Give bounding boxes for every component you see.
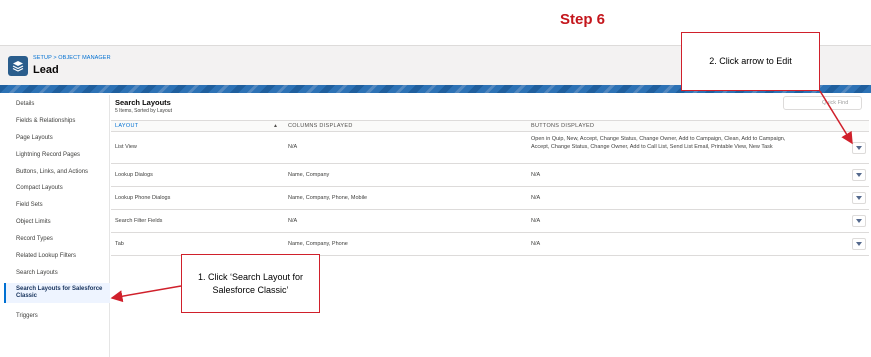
object-name: Lead	[33, 64, 59, 76]
sidebar-item-search-layouts[interactable]: Search Layouts	[4, 270, 110, 277]
row-buttons: N/A	[531, 172, 541, 178]
sidebar-item-object-limits[interactable]: Object Limits	[4, 219, 110, 226]
row-layout: Tab	[115, 241, 124, 247]
sidebar-item-compact-layouts[interactable]: Compact Layouts	[4, 185, 110, 192]
sidebar-item-record-types[interactable]: Record Types	[4, 236, 110, 243]
table-row: Tab Name, Company, Phone N/A	[111, 233, 869, 256]
table-header: LAYOUT ▲ COLUMNS DISPLAYED BUTTONS DISPL…	[111, 120, 869, 132]
row-buttons: N/A	[531, 218, 541, 224]
sidebar: Details Fields & Relationships Page Layo…	[4, 95, 110, 357]
callout-step-2: 2. Click arrow to Edit	[681, 32, 820, 91]
table-row: List View N/A Open in Quip, New, Accept,…	[111, 132, 869, 164]
row-columns: N/A	[288, 144, 298, 150]
table-row: Search Filter Fields N/A N/A	[111, 210, 869, 233]
row-actions-dropdown[interactable]	[852, 142, 866, 154]
sidebar-item-buttons-links-actions[interactable]: Buttons, Links, and Actions	[4, 169, 110, 176]
sidebar-item-search-layouts-classic[interactable]: Search Layouts for Salesforce Classic	[4, 283, 110, 303]
row-actions-dropdown[interactable]	[852, 238, 866, 250]
sidebar-item-page-layouts[interactable]: Page Layouts	[4, 135, 110, 142]
chevron-down-icon	[856, 173, 862, 177]
sidebar-item-triggers[interactable]: Triggers	[4, 313, 110, 320]
column-header-columns-displayed: COLUMNS DISPLAYED	[288, 123, 353, 129]
chevron-down-icon	[856, 219, 862, 223]
row-columns: Name, Company, Phone, Mobile	[288, 195, 368, 201]
quick-find-input[interactable]: Quick Find	[783, 96, 862, 110]
row-columns: Name, Company	[288, 172, 330, 178]
sidebar-item-field-sets[interactable]: Field Sets	[4, 202, 110, 209]
chevron-down-icon	[856, 146, 862, 150]
sidebar-item-lightning-record-pages[interactable]: Lightning Record Pages	[4, 152, 110, 159]
callout-step-1: 1. Click ‘Search Layout for Salesforce C…	[181, 254, 320, 313]
row-layout: Search Filter Fields	[115, 218, 163, 224]
table-row: Lookup Phone Dialogs Name, Company, Phon…	[111, 187, 869, 210]
column-header-layout[interactable]: LAYOUT	[115, 123, 138, 129]
row-buttons: N/A	[531, 195, 541, 201]
panel-subtitle: 5 Items, Sorted by Layout	[115, 108, 172, 114]
row-actions-dropdown[interactable]	[852, 192, 866, 204]
row-layout: List View	[115, 144, 137, 150]
row-layout: Lookup Phone Dialogs	[115, 195, 171, 201]
row-buttons: Open in Quip, New, Accept, Change Status…	[531, 136, 786, 150]
column-header-buttons-displayed: BUTTONS DISPLAYED	[531, 123, 595, 129]
chevron-down-icon	[856, 196, 862, 200]
table-row: Lookup Dialogs Name, Company N/A	[111, 164, 869, 187]
row-actions-dropdown[interactable]	[852, 169, 866, 181]
sidebar-item-related-lookup-filters[interactable]: Related Lookup Filters	[4, 253, 110, 260]
row-buttons: N/A	[531, 241, 541, 247]
sidebar-item-fields-relationships[interactable]: Fields & Relationships	[4, 118, 110, 125]
layers-icon	[8, 56, 28, 76]
chevron-down-icon	[856, 242, 862, 246]
panel-title: Search Layouts	[115, 98, 171, 107]
row-columns: Name, Company, Phone	[288, 241, 348, 247]
row-actions-dropdown[interactable]	[852, 215, 866, 227]
search-layouts-panel: Search Layouts 5 Items, Sorted by Layout…	[111, 95, 869, 357]
sort-up-icon[interactable]: ▲	[273, 123, 278, 129]
row-layout: Lookup Dialogs	[115, 172, 153, 178]
step-title: Step 6	[560, 11, 606, 28]
row-columns: N/A	[288, 218, 298, 224]
sidebar-item-details[interactable]: Details	[4, 101, 110, 108]
breadcrumb[interactable]: SETUP > OBJECT MANAGER	[33, 55, 111, 61]
